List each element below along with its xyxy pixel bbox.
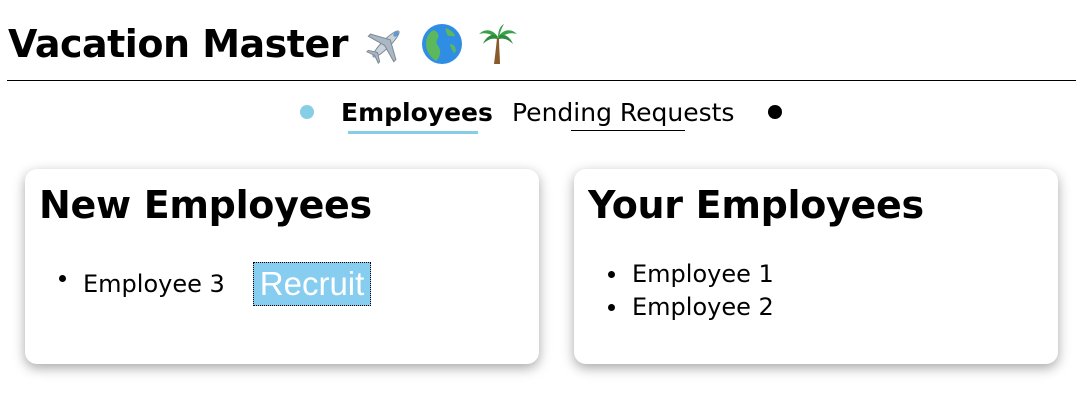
- your-employees-title: Your Employees: [588, 183, 924, 227]
- active-tab-indicator: [348, 131, 478, 134]
- globe-icon: [421, 24, 462, 64]
- your-employees-list: Employee 1 Employee 2: [608, 258, 774, 324]
- list-item: Employee 1: [608, 258, 774, 291]
- main-nav: Employees Pending Requests: [0, 96, 1082, 134]
- employee-name: Employee 2: [632, 293, 774, 321]
- list-item: Employee 3 Recruit: [59, 262, 372, 306]
- new-employees-card: New Employees Employee 3 Recruit: [25, 169, 539, 364]
- new-employees-list: Employee 3 Recruit: [59, 262, 372, 306]
- app-title: Vacation Master: [8, 22, 348, 66]
- tab-pending-underline: [571, 130, 685, 131]
- list-item: Employee 2: [608, 291, 774, 324]
- header-divider: [7, 80, 1076, 81]
- your-employees-card: Your Employees Employee 1 Employee 2: [574, 169, 1058, 364]
- employee-name: Employee 1: [632, 260, 774, 288]
- header-emojis: [364, 22, 520, 66]
- recruit-button[interactable]: Recruit: [252, 262, 372, 306]
- airplane-icon: [366, 30, 400, 64]
- employee-name: Employee 3: [83, 269, 225, 298]
- tab-pending-requests[interactable]: Pending Requests: [512, 96, 734, 130]
- tab-employees[interactable]: Employees: [341, 96, 493, 130]
- palm-tree-icon: [478, 24, 517, 64]
- new-employees-title: New Employees: [39, 183, 372, 227]
- app-header: Vacation Master: [8, 14, 520, 74]
- nav-dot-left: [300, 105, 314, 119]
- nav-dot-right: [768, 105, 782, 119]
